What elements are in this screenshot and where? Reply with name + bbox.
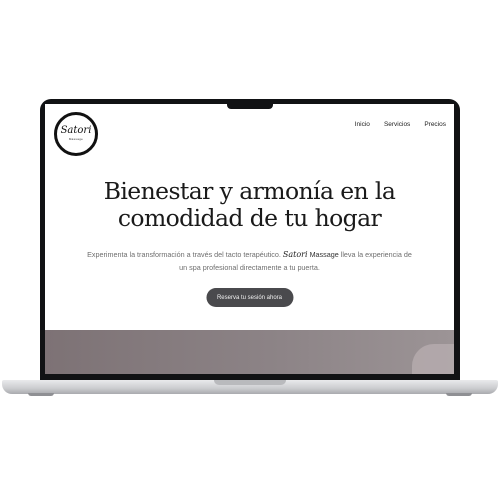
inline-brand-word: Massage xyxy=(309,250,339,259)
logo-wordmark: Satori xyxy=(60,125,92,136)
nav-link-precios[interactable]: Precios xyxy=(424,121,446,128)
site-logo[interactable]: Satori Massage xyxy=(54,112,98,156)
inline-brand-script: Satori xyxy=(282,250,308,259)
main-nav: Inicio Servicios Precios xyxy=(355,121,446,128)
laptop-screen: Satori Massage Inicio Servicios Precios … xyxy=(45,104,454,374)
logo-subtitle: Massage xyxy=(68,137,84,141)
book-session-button[interactable]: Reserva tu sesión ahora xyxy=(205,288,294,307)
nav-link-servicios[interactable]: Servicios xyxy=(384,121,410,128)
hero-image-band xyxy=(45,330,454,374)
camera-notch xyxy=(226,104,273,109)
laptop-opening-notch xyxy=(214,380,286,385)
hero-title: Bienestar y armonía en la comodidad de t… xyxy=(45,178,454,232)
hero-subtitle-intro: Experimenta la transformación a través d… xyxy=(87,250,281,259)
nav-link-inicio[interactable]: Inicio xyxy=(355,121,370,128)
hero-title-line-1: Bienestar y armonía en la xyxy=(103,177,396,205)
laptop-foot-left xyxy=(28,393,54,396)
laptop-base xyxy=(2,380,498,394)
hero-subtitle: Experimenta la transformación a través d… xyxy=(83,248,416,274)
laptop-foot-right xyxy=(446,393,472,396)
hero-title-line-2: comodidad de tu hogar xyxy=(117,204,382,232)
band-shape xyxy=(412,344,454,374)
